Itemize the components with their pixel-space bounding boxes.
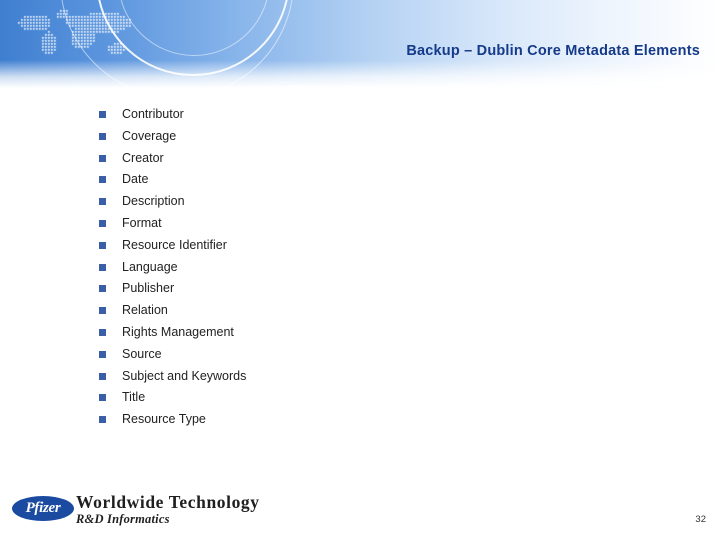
- list-item: Creator: [96, 148, 656, 170]
- list-item-label: Resource Identifier: [122, 237, 227, 252]
- banner-fade: [0, 60, 720, 88]
- list-item: Format: [96, 213, 656, 235]
- list-item-label: Format: [122, 215, 162, 230]
- list-item: Source: [96, 344, 656, 366]
- footer-org-line2: R&D Informatics: [76, 512, 170, 526]
- list-item: Title: [96, 387, 656, 409]
- bullet-square-icon: [96, 235, 122, 257]
- slide: Backup – Dublin Core Metadata Elements C…: [0, 0, 720, 540]
- list-item: Relation: [96, 300, 656, 322]
- list-item: Contributor: [96, 104, 656, 126]
- list-item-label: Language: [122, 259, 178, 274]
- list-item: Publisher: [96, 278, 656, 300]
- bullet-square-icon: [96, 148, 122, 170]
- list-item-label: Subject and Keywords: [122, 368, 247, 383]
- page-number: 32: [695, 514, 706, 525]
- list-item: Rights Management: [96, 322, 656, 344]
- list-item-label: Relation: [122, 303, 168, 318]
- bullet-list: Contributor Coverage Creator Date Descriptio…: [96, 104, 656, 431]
- list-item: Language: [96, 257, 656, 279]
- bullet-square-icon: [96, 169, 122, 191]
- list-item-label: Source: [122, 346, 162, 361]
- bullet-square-icon: [96, 387, 122, 409]
- list-item: Resource Type: [96, 409, 656, 431]
- list-item-label: Contributor: [122, 107, 184, 121]
- page-title: Backup – Dublin Core Metadata Elements: [406, 43, 700, 59]
- list-item-label: Creator: [122, 150, 164, 165]
- list-item-label: Description: [122, 194, 185, 209]
- bullet-square-icon: [96, 409, 122, 431]
- pfizer-logo-text: Pfizer: [25, 500, 61, 516]
- list-item-label: Resource Type: [122, 412, 206, 427]
- footer-org: Worldwide Technology R&D Informatics: [76, 492, 496, 527]
- bullet-square-icon: [96, 322, 122, 344]
- pfizer-logo: Pfizer: [12, 494, 74, 524]
- bullet-square-icon: [96, 104, 122, 126]
- bullet-square-icon: [96, 257, 122, 279]
- list-item-label: Coverage: [122, 128, 177, 143]
- list-item-label: Title: [122, 390, 146, 405]
- bullet-square-icon: [96, 213, 122, 235]
- bullet-square-icon: [96, 300, 122, 322]
- list-item: Date: [96, 169, 656, 191]
- bullet-square-icon: [96, 278, 122, 300]
- list-item: Description: [96, 191, 656, 213]
- bullet-square-icon: [96, 344, 122, 366]
- list-item-label: Rights Management: [122, 324, 234, 339]
- bullet-square-icon: [96, 191, 122, 213]
- footer-org-line1: Worldwide Technology: [76, 492, 260, 512]
- bullet-square-icon: [96, 126, 122, 148]
- list-item: Subject and Keywords: [96, 366, 656, 388]
- list-item: Coverage: [96, 126, 656, 148]
- list-item-label: Date: [122, 172, 149, 187]
- bullet-square-icon: [96, 366, 122, 388]
- list-item-label: Publisher: [122, 281, 175, 296]
- list-item: Resource Identifier: [96, 235, 656, 257]
